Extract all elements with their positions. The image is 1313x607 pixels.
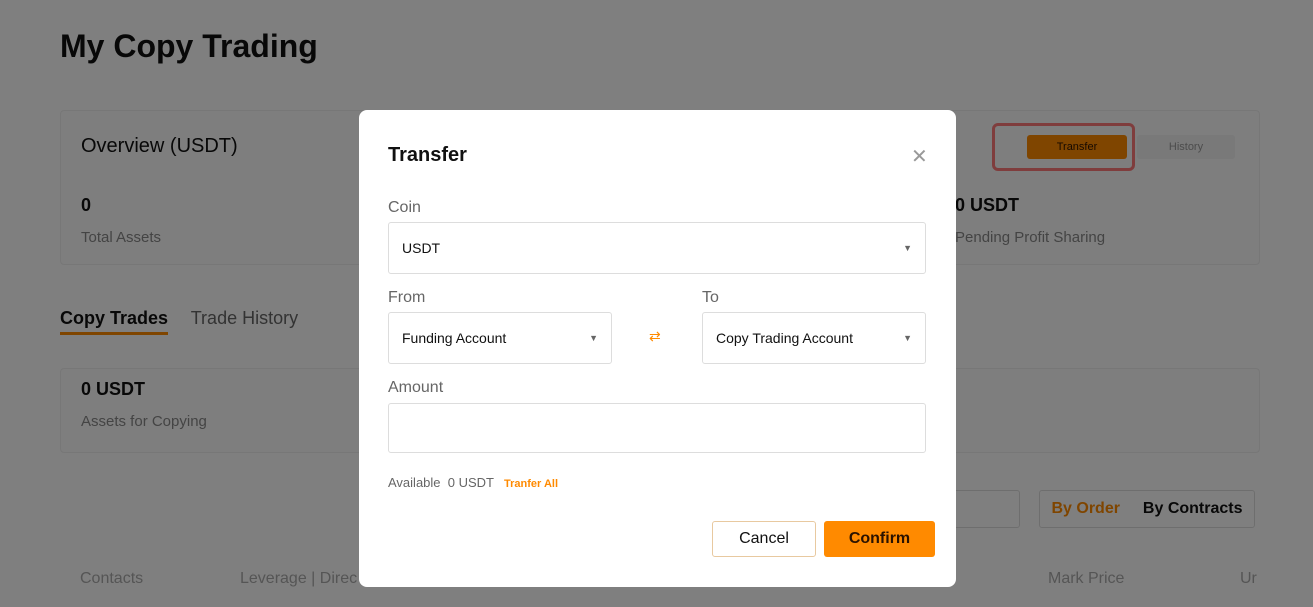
transfer-modal: Transfer ✕ Coin USDT ▼ From Funding Accou… <box>359 110 956 587</box>
amount-input[interactable] <box>388 403 926 453</box>
to-value: Copy Trading Account <box>716 330 853 346</box>
swap-icon[interactable]: ⇄ <box>649 328 661 345</box>
confirm-button[interactable]: Confirm <box>824 521 935 557</box>
coin-label: Coin <box>388 199 421 216</box>
from-select[interactable]: Funding Account ▼ <box>388 312 612 364</box>
available-label: Available <box>388 475 441 490</box>
amount-label: Amount <box>388 379 444 396</box>
coin-value: USDT <box>402 240 441 256</box>
chevron-down-icon: ▼ <box>903 333 912 343</box>
available-row: Available 0 USDT Tranfer All <box>388 475 558 490</box>
available-value: 0 USDT <box>447 475 494 490</box>
cancel-button[interactable]: Cancel <box>712 521 816 557</box>
transfer-all-link[interactable]: Tranfer All <box>504 478 558 490</box>
chevron-down-icon: ▼ <box>589 333 598 343</box>
modal-title: Transfer <box>388 144 467 166</box>
coin-select[interactable]: USDT ▼ <box>388 222 926 274</box>
to-label: To <box>702 289 719 306</box>
chevron-down-icon: ▼ <box>903 243 912 253</box>
close-icon[interactable]: ✕ <box>911 144 928 169</box>
from-value: Funding Account <box>402 330 507 346</box>
to-select[interactable]: Copy Trading Account ▼ <box>702 312 926 364</box>
from-label: From <box>388 289 426 306</box>
